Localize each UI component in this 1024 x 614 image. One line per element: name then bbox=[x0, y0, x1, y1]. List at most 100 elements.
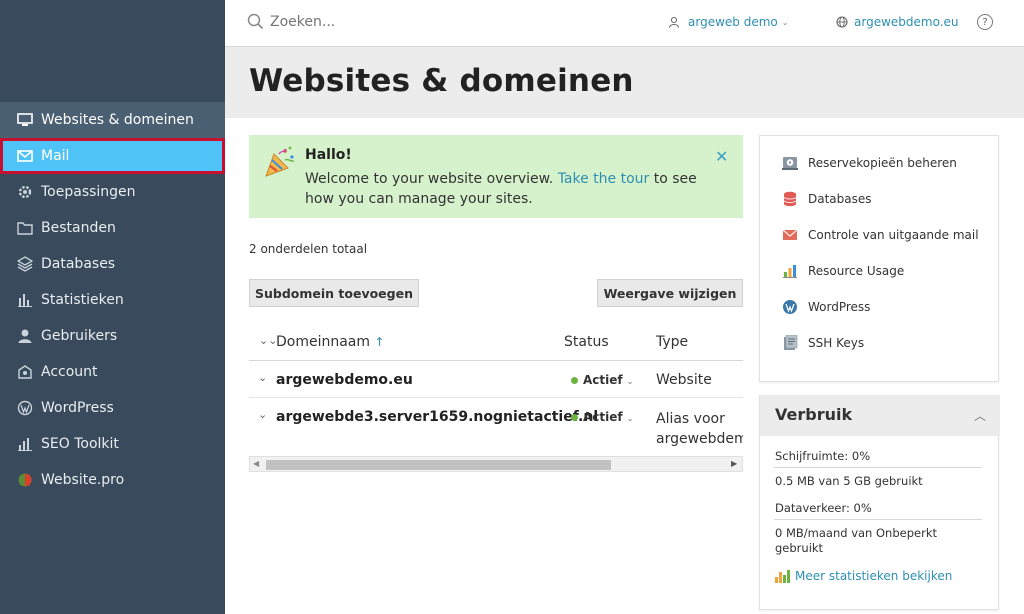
globe-icon bbox=[836, 16, 848, 28]
type-value: Alias voor argewebdemo bbox=[656, 409, 743, 449]
tool-item-resource-usage[interactable]: Resource Usage bbox=[782, 263, 904, 279]
add-subdomain-button[interactable]: Subdomein toevoegen bbox=[249, 279, 419, 307]
statistics-chart-icon bbox=[775, 570, 790, 583]
sidebar-item-wordpress[interactable]: WordPress bbox=[0, 390, 225, 426]
sidebar-item-label: Gebruikers bbox=[41, 328, 118, 344]
tool-item-ssh-keys[interactable]: SSH Keys bbox=[782, 335, 864, 351]
tool-item-label: SSH Keys bbox=[808, 336, 865, 350]
help-button[interactable]: ? bbox=[977, 14, 993, 30]
banner-text: Welcome to your website overview. Take t… bbox=[305, 169, 725, 209]
tool-item-databases[interactable]: Databases bbox=[782, 191, 872, 207]
more-statistics-link[interactable]: Meer statistieken bekijken bbox=[774, 568, 952, 584]
sidebar-item-bestanden[interactable]: Bestanden bbox=[0, 210, 225, 246]
monitor-icon bbox=[16, 111, 34, 129]
sidebar-item-label: WordPress bbox=[41, 400, 114, 416]
tool-item-label: WordPress bbox=[808, 300, 871, 314]
sidebar-item-databases[interactable]: Databases bbox=[0, 246, 225, 282]
chevron-up-icon[interactable]: ︿ bbox=[974, 407, 986, 424]
traffic-usage-value-line: gebruikt bbox=[775, 541, 824, 555]
traffic-usage-value-line: 0 MB/maand van Onbeperkt bbox=[775, 526, 937, 540]
status-dot-icon bbox=[571, 377, 578, 384]
tool-item-wordpress[interactable]: WordPress bbox=[782, 299, 870, 315]
envelope-icon bbox=[782, 229, 798, 240]
sidebar-item-toepassingen[interactable]: Toepassingen bbox=[0, 174, 225, 210]
chevron-down-icon: ⌄ bbox=[781, 17, 789, 27]
table-row[interactable]: ⌄ argewebdemo.eu Actief ⌄ Website bbox=[249, 362, 743, 398]
usage-title: Verbruik bbox=[775, 405, 853, 424]
top-bar: argeweb demo ⌄ argewebdemo.eu ? bbox=[225, 0, 1024, 47]
user-menu[interactable]: argeweb demo ⌄ bbox=[668, 15, 788, 29]
search-input[interactable] bbox=[270, 13, 470, 30]
change-view-button[interactable]: Weergave wijzigen bbox=[597, 279, 743, 307]
chevron-down-icon: ⌄ bbox=[626, 377, 634, 386]
sidebar-item-statistieken[interactable]: Statistieken bbox=[0, 282, 225, 318]
traffic-usage-value: 0 MB/maand van Onbeperkt gebruikt bbox=[775, 526, 937, 556]
sidebar-item-label: Mail bbox=[41, 148, 70, 164]
domain-name-link[interactable]: argewebdemo.eu bbox=[276, 372, 413, 388]
tool-item-outgoing-mail[interactable]: Controle van uitgaande mail bbox=[782, 227, 979, 243]
table-header: ⌄⌄ Domeinnaam ↑ Status Type bbox=[249, 325, 743, 361]
more-statistics-label: Meer statistieken bekijken bbox=[795, 569, 953, 583]
user-icon bbox=[668, 16, 680, 28]
scroll-thumb[interactable] bbox=[266, 460, 611, 470]
usage-panel-header[interactable]: Verbruik ︿ bbox=[760, 395, 1000, 436]
column-header-name[interactable]: Domeinnaam ↑ bbox=[276, 334, 385, 350]
bar-chart-icon bbox=[16, 291, 34, 309]
status-badge[interactable]: Actief ⌄ bbox=[571, 410, 634, 424]
domain-name: argewebdemo.eu bbox=[854, 15, 959, 29]
user-name: argeweb demo bbox=[688, 15, 778, 29]
horizontal-scrollbar[interactable]: ◀ ▶ bbox=[249, 456, 743, 472]
sidebar-item-label: Databases bbox=[41, 256, 116, 272]
scroll-left-icon[interactable]: ◀ bbox=[253, 459, 259, 468]
chevron-down-icon[interactable]: ⌄ bbox=[258, 371, 267, 384]
column-header-type[interactable]: Type bbox=[656, 334, 688, 350]
user-icon bbox=[16, 327, 34, 345]
status-label: Actief bbox=[583, 373, 623, 387]
sidebar-item-label: Website.pro bbox=[41, 472, 125, 488]
search-box[interactable] bbox=[247, 13, 470, 30]
disk-usage-value: 0.5 MB van 5 GB gebruikt bbox=[775, 474, 923, 488]
party-popper-icon bbox=[265, 146, 295, 177]
type-value-line: argewebdemo bbox=[656, 431, 743, 447]
column-header-status[interactable]: Status bbox=[564, 334, 609, 350]
scroll-right-icon[interactable]: ▶ bbox=[731, 459, 737, 468]
sidebar-item-account[interactable]: Account bbox=[0, 354, 225, 390]
sidebar-item-gebruikers[interactable]: Gebruikers bbox=[0, 318, 225, 354]
take-tour-link[interactable]: Take the tour bbox=[558, 171, 650, 187]
folder-icon bbox=[16, 219, 34, 237]
sort-asc-icon: ↑ bbox=[374, 335, 385, 349]
layers-icon bbox=[16, 255, 34, 273]
status-label: Actief bbox=[583, 410, 623, 424]
account-icon bbox=[16, 363, 34, 381]
sidebar-item-label: Statistieken bbox=[41, 292, 124, 308]
sidebar-item-label: Bestanden bbox=[41, 220, 116, 236]
type-value-line: Alias voor bbox=[656, 411, 725, 427]
sidebar-item-website-pro[interactable]: Website.pro bbox=[0, 462, 225, 498]
sidebar-item-mail[interactable]: Mail bbox=[0, 138, 225, 174]
domain-name-link[interactable]: argewebde3.server1659.nognietactief.nl bbox=[276, 409, 598, 425]
tool-item-backups[interactable]: Reservekopieën beheren bbox=[782, 155, 957, 171]
page-title: Websites & domeinen bbox=[249, 63, 634, 99]
sidebar-item-label: Toepassingen bbox=[41, 184, 136, 200]
column-header-name-label: Domeinnaam bbox=[276, 334, 371, 350]
chevron-down-icon[interactable]: ⌄ bbox=[258, 408, 267, 421]
sidebar-item-seo-toolkit[interactable]: SEO Toolkit bbox=[0, 426, 225, 462]
tool-item-label: Reservekopieën beheren bbox=[808, 156, 957, 170]
sidebar-item-label: Websites & domeinen bbox=[41, 112, 194, 128]
status-dot-icon bbox=[571, 414, 578, 421]
table-row[interactable]: ⌄ argewebde3.server1659.nognietactief.nl… bbox=[249, 399, 743, 455]
tool-item-label: Controle van uitgaande mail bbox=[808, 228, 979, 242]
resource-chart-icon bbox=[783, 265, 797, 278]
type-value: Website bbox=[656, 372, 712, 388]
sidebar-item-websites-domeinen[interactable]: Websites & domeinen bbox=[0, 102, 225, 138]
domain-selector[interactable]: argewebdemo.eu bbox=[836, 15, 959, 29]
status-badge[interactable]: Actief ⌄ bbox=[571, 373, 634, 387]
expand-all-icon[interactable]: ⌄⌄ bbox=[259, 334, 277, 347]
gear-icon bbox=[16, 183, 34, 201]
seo-chart-icon bbox=[16, 435, 34, 453]
wordpress-icon bbox=[16, 399, 34, 417]
tools-panel: Reservekopieën beheren Databases Control… bbox=[759, 135, 999, 382]
close-icon[interactable]: ✕ bbox=[715, 147, 728, 166]
ssh-key-icon bbox=[784, 335, 798, 350]
traffic-usage-label: Dataverkeer: 0% bbox=[775, 501, 872, 515]
